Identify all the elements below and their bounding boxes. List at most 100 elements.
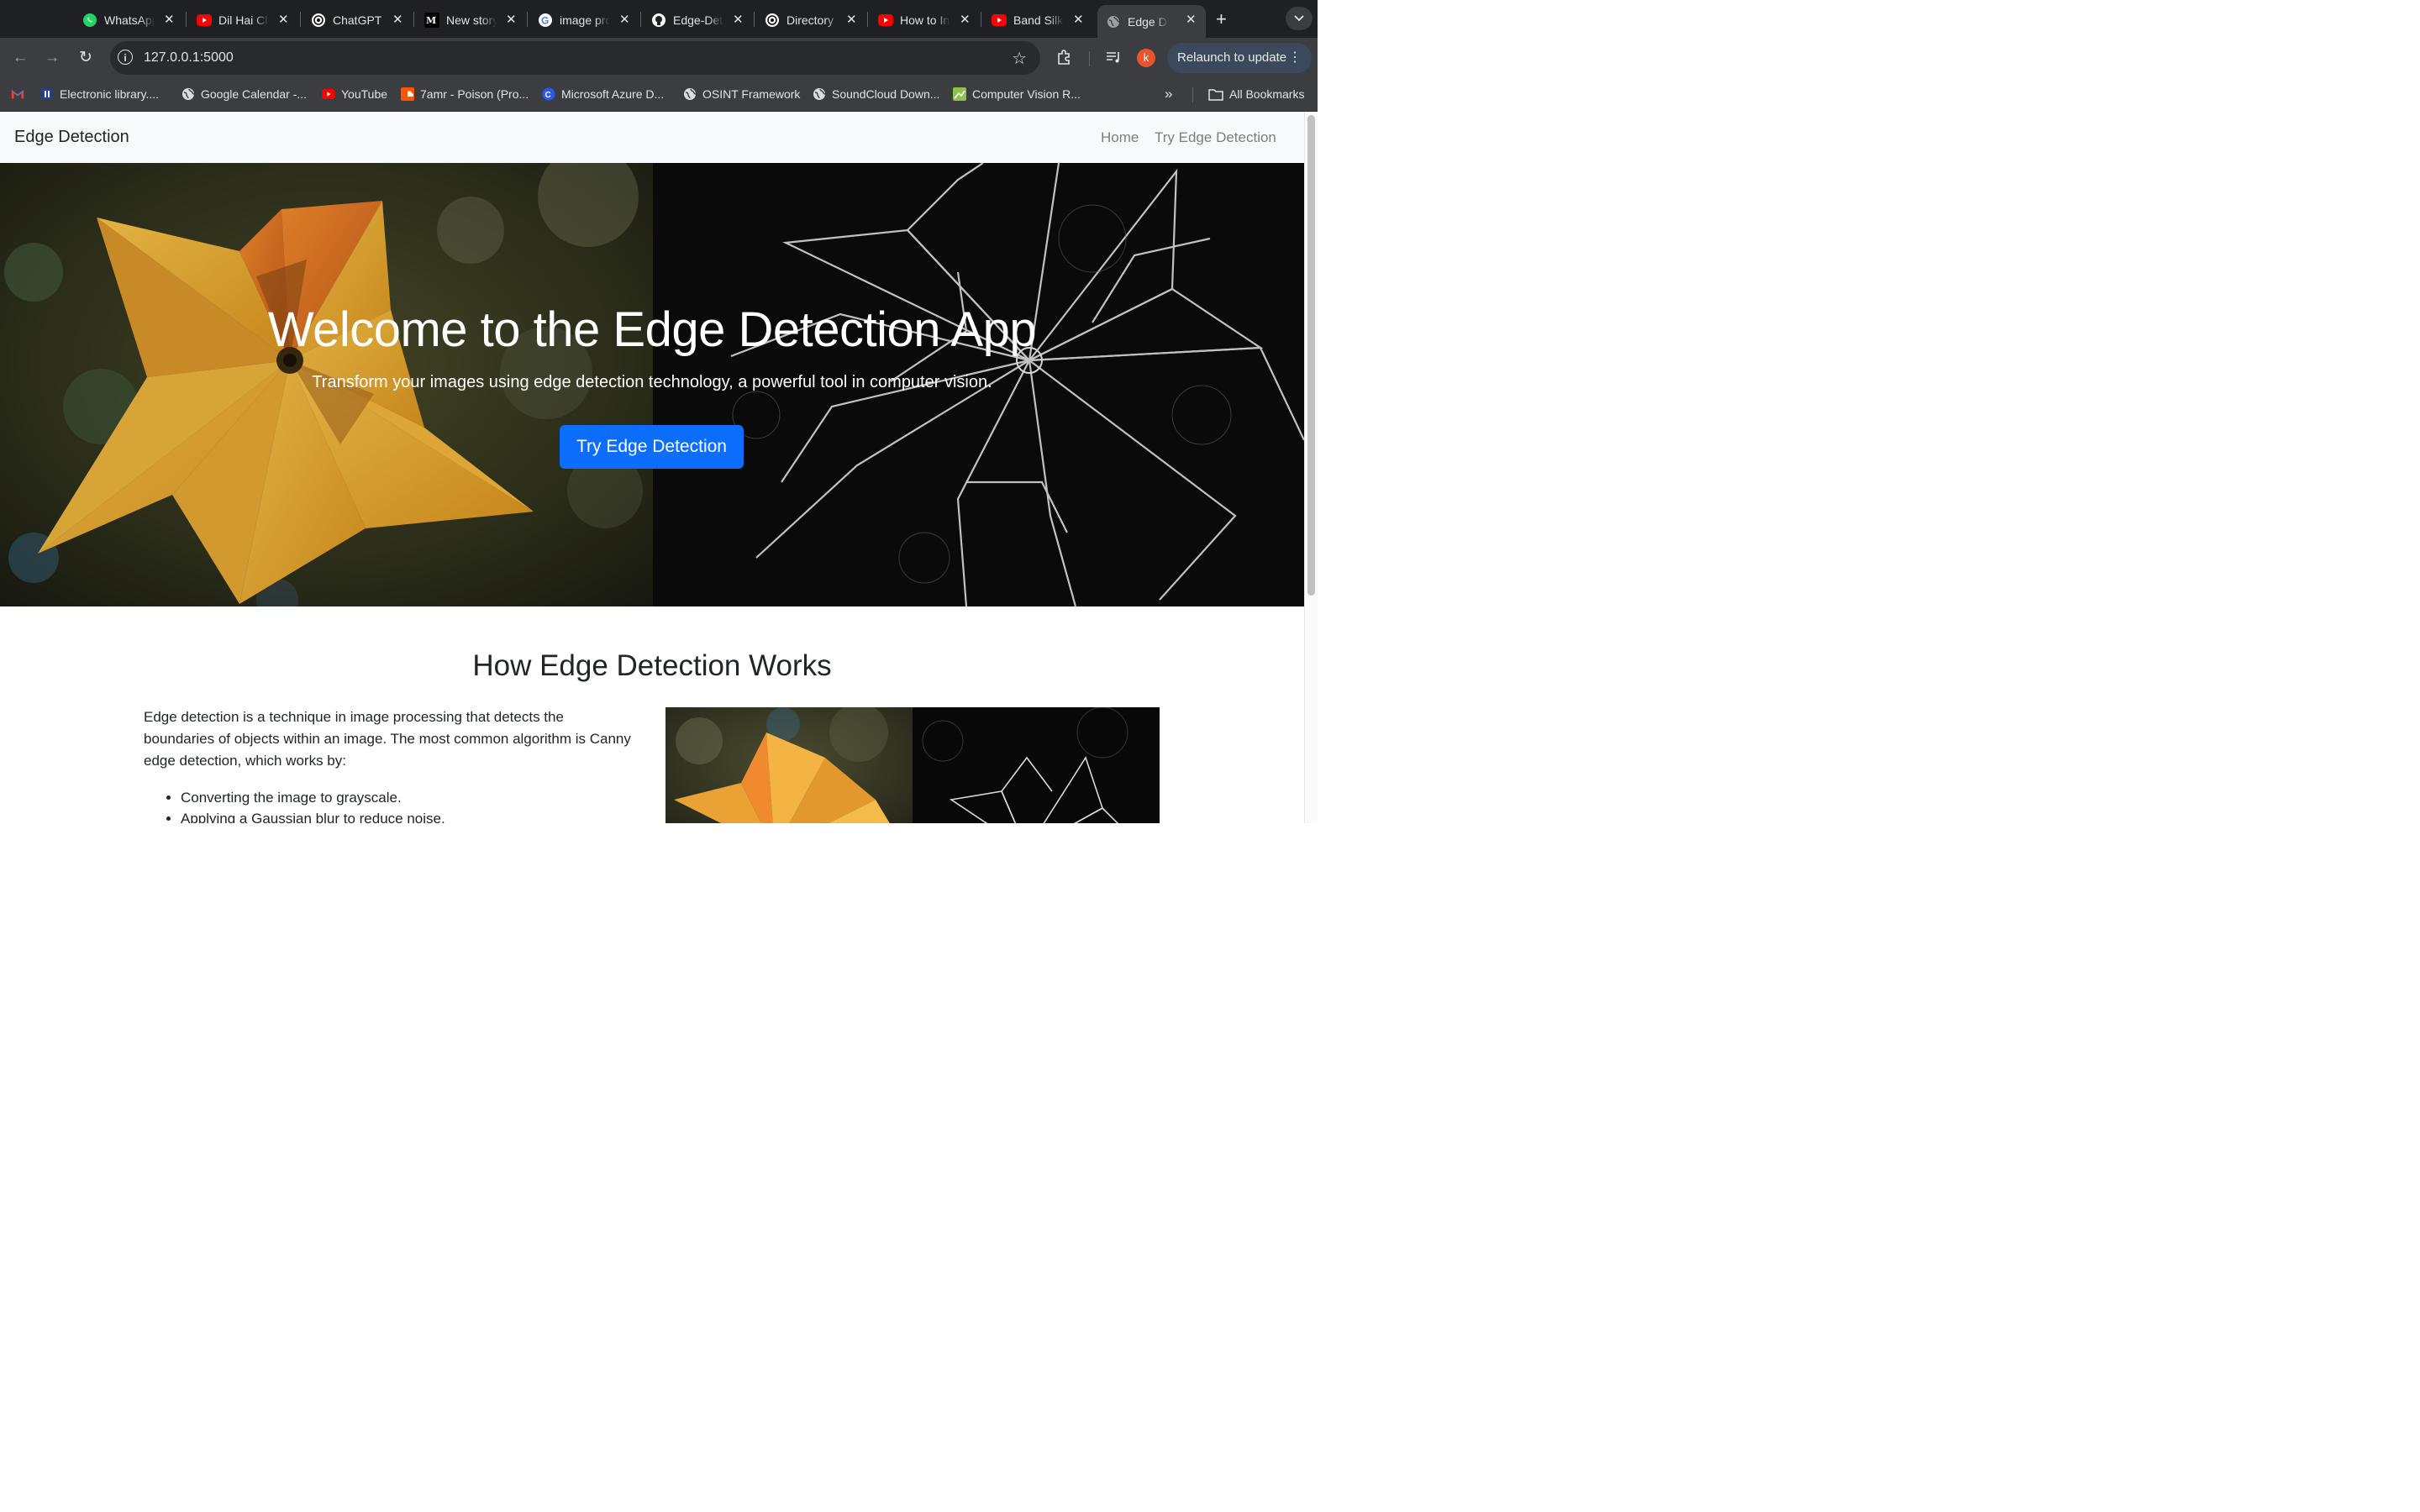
bookmark-osint-framework[interactable]: OSINT Framework <box>683 87 800 101</box>
folder-icon <box>1208 87 1223 101</box>
close-icon[interactable]: ✕ <box>392 12 403 27</box>
soundcloud-icon <box>401 87 414 101</box>
page-viewport: Edge Detection Home Try Edge Detection W… <box>0 112 1304 823</box>
tab-title: Dil Hai Chhota Sa <box>218 13 269 27</box>
bookmark-soundcloud-track[interactable]: 7amr - Poison (Pro... <box>401 87 529 101</box>
profile-avatar[interactable]: k <box>1137 49 1155 67</box>
relaunch-label: Relaunch to update <box>1177 50 1287 65</box>
bookmark-label: YouTube <box>341 87 388 101</box>
tab-edge-detection[interactable]: Edge Detection ✕ <box>1097 5 1206 38</box>
bookmark-electronic-library[interactable]: Electronic library.... <box>40 87 159 101</box>
nav-try-edge-detection-link[interactable]: Try Edge Detection <box>1155 129 1276 146</box>
cv-icon <box>953 87 966 101</box>
globe-icon <box>813 87 826 101</box>
bookmark-label: Microsoft Azure D... <box>561 87 665 101</box>
hero-subtitle: Transform your images using edge detecti… <box>312 373 992 391</box>
youtube-icon <box>992 13 1007 28</box>
all-bookmarks-label: All Bookmarks <box>1229 87 1305 101</box>
bookmark-computer-vision[interactable]: Computer Vision R... <box>953 87 1081 101</box>
bookmark-label: Google Calendar -... <box>201 87 308 101</box>
how-it-works-heading: How Edge Detection Works <box>472 649 832 682</box>
more-menu-icon[interactable]: ⋮ <box>1288 43 1302 73</box>
google-icon: G <box>538 13 553 28</box>
close-icon[interactable]: ✕ <box>1073 12 1084 27</box>
svg-text:G: G <box>541 15 549 27</box>
hero-section: Welcome to the Edge Detection App Transf… <box>0 163 1304 606</box>
browser-toolbar: ← → ↻ i 127.0.0.1:5000 ☆ k Relaunch to u… <box>0 38 1318 78</box>
url-text[interactable]: 127.0.0.1:5000 <box>144 50 234 66</box>
site-info-icon[interactable]: i <box>118 50 133 65</box>
tab-youtube-how-to[interactable]: How to Install ✕ <box>878 5 971 35</box>
openai-icon <box>765 13 780 28</box>
close-icon[interactable]: ✕ <box>960 12 971 27</box>
close-icon[interactable]: ✕ <box>506 12 517 27</box>
tab-title: ChatGPT <box>333 13 382 27</box>
forward-button[interactable]: → <box>42 48 62 68</box>
scrollbar-thumb[interactable] <box>1307 115 1315 596</box>
tab-github[interactable]: Edge-Detection ✕ <box>651 5 744 35</box>
nav-home-link[interactable]: Home <box>1101 129 1139 146</box>
close-icon[interactable]: ✕ <box>619 12 630 27</box>
bookmark-star-icon[interactable]: ☆ <box>1012 48 1027 69</box>
bookmark-google-calendar[interactable]: Google Calendar -... <box>182 87 307 101</box>
close-icon[interactable]: ✕ <box>846 12 857 27</box>
openai-icon <box>311 13 326 28</box>
tab-whatsapp[interactable]: WhatsApp ✕ <box>82 5 175 35</box>
bookmark-label: Computer Vision R... <box>972 87 1081 101</box>
list-item: Applying a Gaussian blur to reduce noise… <box>181 808 668 823</box>
tab-medium[interactable]: M New story ✕ <box>424 5 517 35</box>
close-icon[interactable]: ✕ <box>1186 12 1197 27</box>
bookmark-microsoft-azure[interactable]: C Microsoft Azure D... <box>542 87 664 101</box>
bookmark-gmail[interactable] <box>11 87 30 101</box>
edge-detection-demo-image <box>666 707 1160 823</box>
whatsapp-icon <box>82 13 97 28</box>
try-edge-detection-button[interactable]: Try Edge Detection <box>560 425 744 469</box>
close-icon[interactable]: ✕ <box>164 12 175 27</box>
youtube-icon <box>878 13 893 28</box>
all-bookmarks-button[interactable]: All Bookmarks <box>1208 87 1304 101</box>
bookmark-label: SoundCloud Down... <box>832 87 940 101</box>
tab-title: Edge Detection <box>1128 14 1168 29</box>
azure-icon: C <box>542 87 555 101</box>
tab-title: image processing <box>560 13 610 27</box>
relaunch-button[interactable]: Relaunch to update ⋮ <box>1167 43 1312 73</box>
tab-chatgpt[interactable]: ChatGPT ✕ <box>311 5 403 35</box>
page-scrollbar[interactable] <box>1304 112 1318 823</box>
tab-google-search[interactable]: G image processing ✕ <box>538 5 630 35</box>
new-tab-button[interactable]: + <box>1216 8 1227 30</box>
youtube-icon <box>322 87 335 101</box>
github-icon <box>651 13 666 28</box>
tab-title: New story <box>446 13 497 27</box>
media-controls-icon[interactable] <box>1104 48 1123 71</box>
bookmark-youtube[interactable]: YouTube <box>322 87 387 101</box>
tab-youtube-dil-hai[interactable]: Dil Hai Chhota Sa ✕ <box>197 5 289 35</box>
medium-icon: M <box>424 13 439 28</box>
bookmark-label: Electronic library.... <box>60 87 159 101</box>
globe-icon <box>182 87 195 101</box>
address-bar[interactable]: i 127.0.0.1:5000 ☆ <box>110 41 1040 75</box>
tab-directory[interactable]: Directory ✕ <box>765 5 857 35</box>
site-brand[interactable]: Edge Detection <box>14 128 129 147</box>
extensions-icon[interactable] <box>1055 48 1074 71</box>
tab-title: Edge-Detection <box>673 13 723 27</box>
bookmark-soundcloud-downloader[interactable]: SoundCloud Down... <box>813 87 939 101</box>
how-it-works-paragraph: Edge detection is a technique in image p… <box>144 709 631 769</box>
svg-text:C: C <box>545 91 551 100</box>
tab-search-button[interactable] <box>1286 7 1313 30</box>
close-icon[interactable]: ✕ <box>278 12 289 27</box>
reload-button[interactable]: ↻ <box>76 48 96 68</box>
hero-title: Welcome to the Edge Detection App <box>267 302 1037 357</box>
steps-list: Converting the image to grayscale. Apply… <box>144 787 668 823</box>
globe-icon <box>1106 14 1121 29</box>
tab-title: WhatsApp <box>104 13 155 27</box>
list-item: Converting the image to grayscale. <box>181 787 668 808</box>
site-navbar: Edge Detection Home Try Edge Detection <box>0 112 1304 163</box>
chevron-double-right-icon[interactable]: » <box>1165 86 1172 102</box>
close-icon[interactable]: ✕ <box>733 12 744 27</box>
bookmarks-bar: Electronic library.... Google Calendar -… <box>0 78 1318 112</box>
tab-youtube-band-silk[interactable]: Band Silk ✕ <box>992 5 1084 35</box>
back-button[interactable]: ← <box>10 48 30 68</box>
bookmark-label: 7amr - Poison (Pro... <box>420 87 529 101</box>
tab-strip: WhatsApp ✕ Dil Hai Chhota Sa ✕ ChatGPT ✕… <box>0 0 1318 38</box>
tab-title: Directory <box>786 13 834 27</box>
